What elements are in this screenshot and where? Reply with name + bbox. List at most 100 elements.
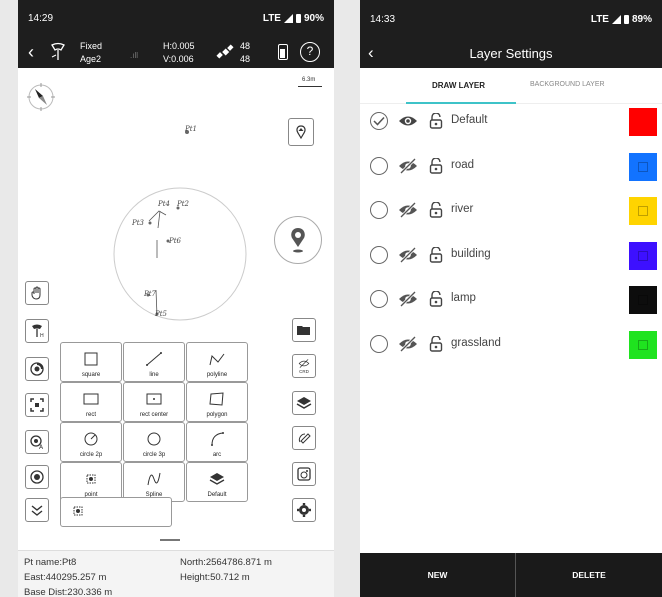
layer-select-radio[interactable]: [370, 335, 388, 353]
open-folder-button[interactable]: [292, 318, 316, 342]
battery-label: 89%: [631, 13, 652, 25]
eye-off-icon[interactable]: [398, 291, 418, 312]
page-title: Layer Settings: [469, 45, 553, 61]
lock-icon[interactable]: [429, 246, 443, 268]
back-button[interactable]: ‹: [22, 42, 40, 63]
layer-select-radio[interactable]: [370, 112, 388, 130]
collect-point-button[interactable]: [25, 465, 49, 489]
layer-color-swatch[interactable]: [629, 286, 657, 315]
point-label[interactable]: Pt1: [185, 125, 197, 133]
eye-off-icon[interactable]: [398, 246, 418, 268]
signal-icon: [611, 14, 621, 24]
draw-tool-point[interactable]: point: [60, 462, 122, 502]
eye-off-icon[interactable]: [398, 335, 418, 357]
draw-tool-rect[interactable]: rect: [60, 382, 122, 422]
selected-tool-slot[interactable]: [60, 497, 172, 527]
lock-icon[interactable]: [429, 112, 443, 134]
layer-select-radio[interactable]: [370, 245, 388, 264]
layer-row[interactable]: building: [360, 234, 662, 278]
auto-point-button[interactable]: A: [25, 430, 49, 454]
tab-draw-layer[interactable]: DRAW LAYER: [432, 81, 485, 90]
draw-tool-arc[interactable]: arc: [186, 422, 248, 462]
point-label[interactable]: Pt2: [177, 200, 189, 208]
hand-pan-button[interactable]: [25, 281, 49, 305]
layer-row[interactable]: lamp: [360, 278, 662, 322]
draw-tool-circle-2p[interactable]: circle 2p: [60, 422, 122, 462]
stakeout-point-button[interactable]: [288, 118, 314, 146]
eye-icon[interactable]: [398, 114, 418, 133]
draw-tool-spline[interactable]: Spline: [123, 462, 185, 502]
point-label[interactable]: Pt7: [144, 290, 156, 298]
locate-me-button[interactable]: [274, 216, 322, 264]
delete-layer-button[interactable]: DELETE: [516, 553, 662, 597]
layer-name: grassland: [451, 337, 501, 349]
layer-color-swatch[interactable]: [629, 331, 657, 359]
layer-select-radio[interactable]: [370, 156, 388, 175]
tab-background-layer[interactable]: BACKGROUND LAYER: [530, 81, 605, 88]
layer-color-swatch[interactable]: [629, 241, 657, 270]
layer-name: river: [451, 203, 474, 216]
edit-sketch-button[interactable]: [292, 426, 316, 450]
battery-icon: [623, 14, 629, 24]
gnss-receiver-button[interactable]: H: [25, 319, 49, 343]
record-point-button[interactable]: [25, 357, 49, 381]
draw-tool-polygon[interactable]: polygon: [186, 382, 248, 422]
draw-tool-circle-3p[interactable]: circle 3p: [123, 422, 185, 462]
layer-row[interactable]: grassland: [360, 323, 662, 367]
point-label[interactable]: Pt5: [155, 310, 167, 318]
gnss-antenna-icon[interactable]: [48, 42, 68, 64]
layer-row[interactable]: Default: [360, 100, 662, 144]
h-precision: H:0.005: [163, 41, 195, 51]
layer-name: lamp: [451, 292, 476, 305]
layer-row[interactable]: river: [360, 189, 662, 233]
draw-tool-rect-center[interactable]: rect center: [123, 382, 185, 422]
draw-tool-square[interactable]: square: [60, 342, 122, 382]
layer-color-swatch[interactable]: [629, 108, 657, 136]
layer-select-radio[interactable]: [370, 201, 388, 220]
lock-icon[interactable]: [429, 335, 443, 357]
map-canvas[interactable]: 6.3m Pt1 Pt4 Pt2 Pt3 Pt6 Pt7 Pt5 H A squ…: [18, 68, 334, 550]
svg-text:A: A: [39, 444, 44, 450]
point-icon: [86, 474, 96, 484]
crd-visibility-button[interactable]: CRD: [292, 354, 316, 378]
lock-icon[interactable]: [429, 290, 443, 312]
fit-extent-button[interactable]: [25, 393, 49, 417]
layer-color-swatch[interactable]: [629, 197, 657, 226]
sat-count-bottom: 48: [240, 54, 251, 64]
lock-icon[interactable]: [429, 156, 443, 179]
drag-handle[interactable]: [160, 539, 180, 541]
layer-name: road: [451, 158, 475, 171]
app-bar: ‹ Layer Settings: [360, 38, 662, 68]
lock-icon[interactable]: [429, 201, 443, 223]
status-bar: 14:29 LTE 90%: [18, 0, 334, 36]
point-label[interactable]: Pt6: [169, 237, 181, 245]
network-label: LTE: [590, 13, 609, 25]
point-label[interactable]: Pt3: [132, 219, 144, 227]
east-coordinate: East:440295.257 m: [24, 572, 107, 583]
collapse-tools-button[interactable]: [25, 498, 49, 522]
eye-off-icon[interactable]: [398, 202, 418, 223]
eye-off-icon[interactable]: [398, 157, 418, 179]
layers-button[interactable]: [292, 391, 316, 415]
status-bar: 14:33 LTE 89%: [360, 0, 662, 38]
gps-status-bar: ‹ Fixed Age2 .ıll H:0.005 V:0.006 48 48 …: [18, 36, 334, 68]
draw-tool-polyline[interactable]: polyline: [186, 342, 248, 382]
device-battery-icon[interactable]: [278, 44, 288, 60]
circle-2p-icon: [84, 432, 98, 446]
back-button[interactable]: ‹: [368, 43, 374, 63]
draw-tool-layer-default[interactable]: Default: [186, 462, 248, 502]
point-info-panel: Pt name:Pt8 North:2564786.871 m East:440…: [18, 550, 334, 597]
layer-select-radio[interactable]: [370, 290, 388, 309]
point-label[interactable]: Pt4: [158, 200, 170, 208]
layer-row[interactable]: road: [360, 145, 662, 189]
new-layer-button[interactable]: NEW: [360, 553, 515, 597]
draw-tool-line[interactable]: line: [123, 342, 185, 382]
layer-color-swatch[interactable]: [629, 152, 657, 181]
settings-gear-button[interactable]: [292, 498, 316, 522]
point-name: Pt name:Pt8: [24, 557, 77, 568]
measure-button[interactable]: [292, 462, 316, 486]
line-icon: [146, 352, 162, 366]
polygon-icon: [209, 392, 224, 406]
help-button[interactable]: ?: [300, 42, 320, 62]
height-value: Height:50.712 m: [180, 572, 250, 583]
